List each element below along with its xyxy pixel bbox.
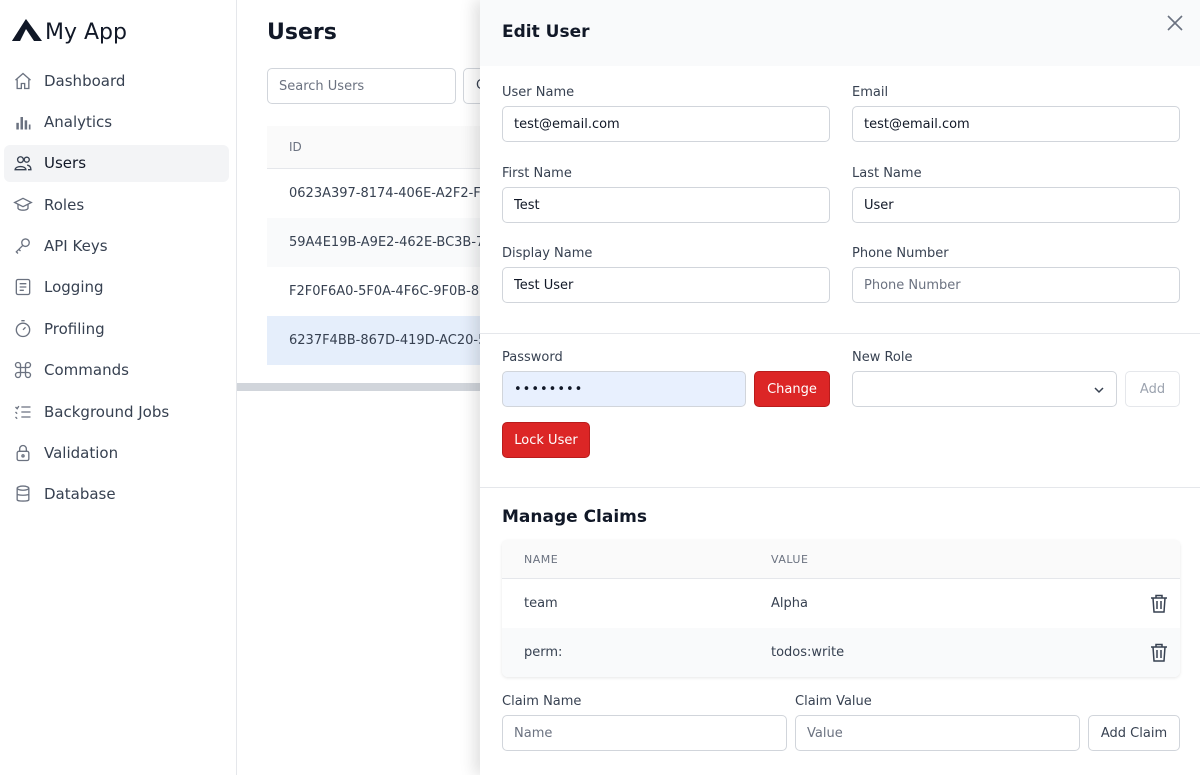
email-input[interactable] xyxy=(852,106,1180,142)
sidebar-item-background-jobs[interactable]: Background Jobs xyxy=(4,393,229,430)
users-table: ID 0623A397-8174-406E-A2F2-F2D 59A4E19B-… xyxy=(267,126,507,365)
app-name: My App xyxy=(45,19,127,45)
email-label: Email xyxy=(852,85,889,100)
claim-value: Alpha xyxy=(771,596,808,611)
claims-table: NAME VALUE team Alpha perm: todos:write xyxy=(502,540,1180,677)
first-name-label: First Name xyxy=(502,166,572,181)
trash-icon[interactable] xyxy=(1150,594,1168,613)
first-name-input[interactable] xyxy=(502,187,830,223)
new-role-label: New Role xyxy=(852,350,913,365)
display-name-label: Display Name xyxy=(502,246,593,261)
sidebar-item-commands[interactable]: Commands xyxy=(4,352,229,389)
table-row: team Alpha xyxy=(502,579,1180,628)
password-input[interactable] xyxy=(502,371,746,407)
sidebar-item-api-keys[interactable]: API Keys xyxy=(4,228,229,265)
sidebar-item-label: Commands xyxy=(44,361,129,380)
lock-icon xyxy=(12,442,34,464)
sidebar-item-label: Roles xyxy=(44,195,85,214)
panel-header: Edit User xyxy=(480,0,1200,66)
stopwatch-icon xyxy=(12,318,34,340)
claims-table-header: NAME VALUE xyxy=(502,540,1180,579)
lock-user-button[interactable]: Lock User xyxy=(502,422,590,458)
phone-number-input[interactable] xyxy=(852,267,1180,303)
claim-name-label: Claim Name xyxy=(502,694,582,709)
claim-name: team xyxy=(524,596,558,611)
sidebar-item-logging[interactable]: Logging xyxy=(4,269,229,306)
table-row: perm: todos:write xyxy=(502,628,1180,677)
panel-title: Edit User xyxy=(502,22,590,42)
divider xyxy=(480,333,1200,334)
home-icon xyxy=(12,70,34,92)
claim-value-label: Claim Value xyxy=(795,694,872,709)
sidebar-item-label: Database xyxy=(44,485,116,504)
sidebar-item-label: Users xyxy=(44,154,87,173)
last-name-input[interactable] xyxy=(852,187,1180,223)
change-password-button[interactable]: Change xyxy=(754,371,830,407)
search-users-input[interactable] xyxy=(267,68,456,104)
user-name-label: User Name xyxy=(502,85,575,100)
sidebar-item-label: Profiling xyxy=(44,319,105,338)
claim-name: perm: xyxy=(524,645,563,660)
page-title: Users xyxy=(267,20,337,45)
command-icon xyxy=(12,359,34,381)
sidebar-item-label: API Keys xyxy=(44,237,108,256)
sidebar-item-label: Background Jobs xyxy=(44,402,170,421)
sidebar-item-label: Analytics xyxy=(44,112,113,131)
list-icon xyxy=(12,401,34,423)
database-icon xyxy=(12,483,34,505)
sidebar-item-dashboard[interactable]: Dashboard xyxy=(4,62,229,99)
last-name-label: Last Name xyxy=(852,166,922,181)
graduation-cap-icon xyxy=(12,194,34,216)
sidebar-item-label: Validation xyxy=(44,444,119,463)
app-logo-icon xyxy=(12,17,42,47)
sidebar-item-profiling[interactable]: Profiling xyxy=(4,310,229,347)
sidebar-nav: Dashboard Analytics Users Roles API Keys… xyxy=(4,62,229,517)
sidebar-item-database[interactable]: Database xyxy=(4,476,229,513)
table-row[interactable]: 0623A397-8174-406E-A2F2-F2D xyxy=(267,169,507,218)
sidebar-item-roles[interactable]: Roles xyxy=(4,186,229,223)
manage-claims-title: Manage Claims xyxy=(502,507,648,527)
table-row[interactable]: F2F0F6A0-5F0A-4F6C-9F0B-8F xyxy=(267,267,507,316)
edit-user-panel: Edit User User Name Email First Name Las… xyxy=(480,0,1200,775)
password-label: Password xyxy=(502,350,563,365)
sidebar-item-analytics[interactable]: Analytics xyxy=(4,103,229,140)
add-claim-button[interactable]: Add Claim xyxy=(1088,715,1180,751)
new-role-select[interactable] xyxy=(852,371,1117,407)
table-row-selected[interactable]: 6237F4BB-867D-419D-AC20-5C xyxy=(267,316,507,365)
claims-name-header: NAME xyxy=(524,552,559,566)
sidebar-item-label: Logging xyxy=(44,278,104,297)
claims-value-header: VALUE xyxy=(771,552,809,566)
trash-icon[interactable] xyxy=(1150,643,1168,662)
add-role-button[interactable]: Add xyxy=(1125,371,1180,407)
sidebar: My App Dashboard Analytics Users Roles A… xyxy=(0,0,237,775)
user-name-input[interactable] xyxy=(502,106,830,142)
sidebar-item-validation[interactable]: Validation xyxy=(4,435,229,472)
display-name-input[interactable] xyxy=(502,267,830,303)
users-icon xyxy=(12,152,34,174)
claim-name-input[interactable] xyxy=(502,715,787,751)
close-icon[interactable] xyxy=(1166,14,1186,34)
sidebar-item-label: Dashboard xyxy=(44,71,126,90)
sidebar-item-users[interactable]: Users xyxy=(4,144,229,182)
log-icon xyxy=(12,276,34,298)
claim-value-input[interactable] xyxy=(795,715,1080,751)
chevron-down-icon xyxy=(1092,382,1106,396)
key-icon xyxy=(12,235,34,257)
bar-chart-icon xyxy=(12,111,34,133)
table-header-id: ID xyxy=(267,126,507,169)
brand[interactable]: My App xyxy=(12,14,127,50)
horizontal-scrollbar[interactable] xyxy=(237,383,482,391)
divider xyxy=(480,487,1200,488)
phone-number-label: Phone Number xyxy=(852,246,949,261)
claim-value: todos:write xyxy=(771,645,845,660)
table-row[interactable]: 59A4E19B-A9E2-462E-BC3B-7C xyxy=(267,218,507,267)
